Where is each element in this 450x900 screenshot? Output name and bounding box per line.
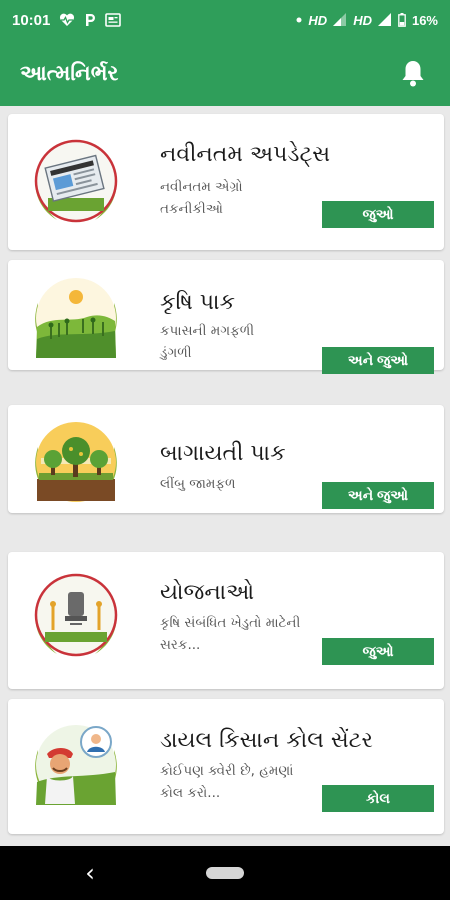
- network-type-1: HD: [308, 12, 328, 28]
- news-icon: [105, 13, 122, 27]
- home-pill-icon[interactable]: [206, 867, 244, 879]
- card-schemes[interactable]: યોજનાઓ કૃષિ સંબંધિત ખેડુતો માટેની સરક...…: [8, 552, 444, 689]
- signal-icon: [377, 13, 392, 27]
- government-emblem-image: [23, 562, 129, 668]
- card-title: નવીનતમ અપડેટ્સ: [160, 142, 331, 167]
- card-call-center[interactable]: ડાયલ કિસાન કોલ સેંટર કોઈપણ ક્વેરી છે, હમ…: [8, 699, 444, 834]
- card-desc-line-1: લીંબુ જામફળ: [160, 476, 236, 492]
- card-title: બાગાયતી પાક: [160, 441, 286, 466]
- navigation-bar: ‹: [0, 846, 450, 900]
- app-bar: આત્મનિર્ભર: [0, 40, 450, 106]
- status-time: 10:01: [12, 11, 51, 29]
- orchard-trees-image: [23, 409, 129, 515]
- battery-icon: [398, 13, 406, 27]
- card-desc-line-1: કોઈપણ ક્વેરી છે, હમણાં: [160, 763, 294, 779]
- see-more-button[interactable]: અને જુઓ: [322, 482, 434, 509]
- crop-field-image: [23, 265, 129, 371]
- card-latest-updates[interactable]: નવીનતમ અપડેટ્સ નવીનતમ એગ્રો તકનીકીઓ જુઓ: [8, 114, 444, 250]
- view-button[interactable]: જુઓ: [322, 638, 434, 665]
- card-title: કૃષિ પાક: [160, 290, 235, 315]
- back-chevron-icon[interactable]: ‹: [80, 859, 100, 887]
- app-title: આત્મનિર્ભર: [20, 60, 119, 85]
- farmer-call-center-image: [23, 712, 129, 818]
- network-type-2: HD: [353, 12, 372, 28]
- call-button[interactable]: કોલ: [322, 785, 434, 812]
- wifi-icon: [333, 13, 347, 27]
- battery-percent: 16%: [411, 12, 438, 28]
- dot-icon: [296, 17, 302, 23]
- card-title: યોજનાઓ: [160, 580, 255, 605]
- card-desc-line-2: ડુંગળી: [160, 345, 192, 361]
- view-button[interactable]: જુઓ: [322, 201, 434, 228]
- bell-icon[interactable]: [398, 58, 428, 88]
- see-more-button[interactable]: અને જુઓ: [322, 347, 434, 374]
- card-title: ડાયલ કિસાન કોલ સેંટર: [160, 728, 373, 753]
- card-desc-line-2: તકનીકીઓ: [160, 201, 223, 217]
- card-desc-line-1: કપાસની મગફળી: [160, 323, 255, 339]
- card-desc-line-1: કૃષિ સંબંધિત ખેડુતો માટેની: [160, 615, 301, 631]
- heart-monitor-icon: [59, 13, 75, 27]
- card-crops[interactable]: કૃષિ પાક કપાસની મગફળી ડુંગળી અને જુઓ: [8, 260, 444, 374]
- card-horticulture[interactable]: બાગાયતી પાક લીંબુ જામફળ અને જુઓ: [8, 405, 444, 513]
- p-icon: [84, 13, 96, 27]
- status-bar: 10:01 HD HD 16%: [0, 0, 450, 40]
- latest-updates-newspaper-image: [23, 128, 129, 234]
- card-desc-line-1: નવીનતમ એગ્રો: [160, 179, 243, 195]
